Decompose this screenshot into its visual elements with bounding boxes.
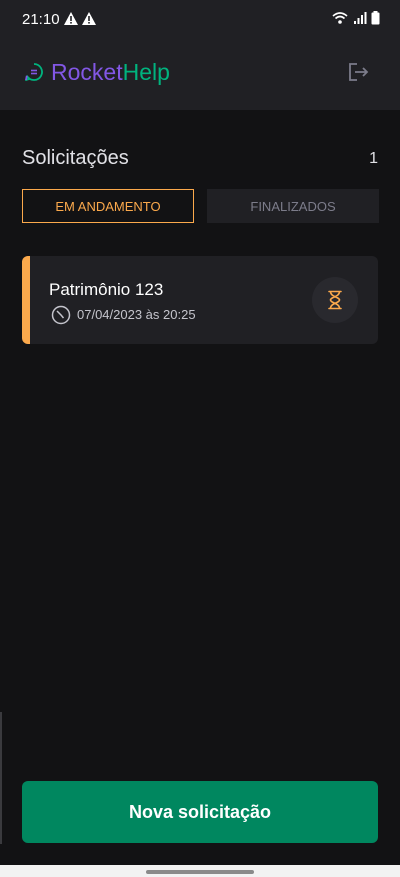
clock-icon (51, 305, 71, 325)
wifi-icon (332, 12, 348, 24)
home-gesture-handle[interactable] (146, 870, 254, 874)
new-request-button[interactable]: Nova solicitação (22, 781, 378, 843)
status-accent-bar (22, 256, 30, 344)
system-navigation-bar (0, 865, 400, 877)
tab-in-progress[interactable]: EM ANDAMENTO (22, 189, 194, 223)
order-card[interactable]: Patrimônio 123 07/04/2023 às 20:25 (22, 256, 378, 344)
app-logo: RocketHelp (51, 59, 170, 86)
hourglass-icon (328, 290, 342, 310)
chat-logo-icon (25, 63, 43, 81)
brand-name-part2: Help (122, 59, 170, 85)
app-header: RocketHelp (0, 40, 400, 110)
sign-out-icon[interactable] (348, 62, 370, 82)
tab-finished[interactable]: FINALIZADOS (207, 189, 379, 223)
page-title: Solicitações (22, 147, 129, 169)
order-date: 07/04/2023 às 20:25 (77, 307, 196, 322)
edge-handle (0, 712, 2, 844)
status-time: 21:10 (22, 11, 60, 28)
orders-count: 1 (369, 150, 378, 167)
order-title: Patrimônio 123 (49, 280, 164, 299)
signal-icon (353, 12, 367, 24)
warning-icon (64, 12, 78, 25)
warning-icon (82, 12, 96, 25)
status-badge (312, 277, 358, 323)
status-bar: 21:10 (0, 0, 400, 40)
brand-name-part1: Rocket (51, 59, 123, 85)
battery-icon (371, 11, 380, 25)
status-icons (332, 11, 380, 30)
